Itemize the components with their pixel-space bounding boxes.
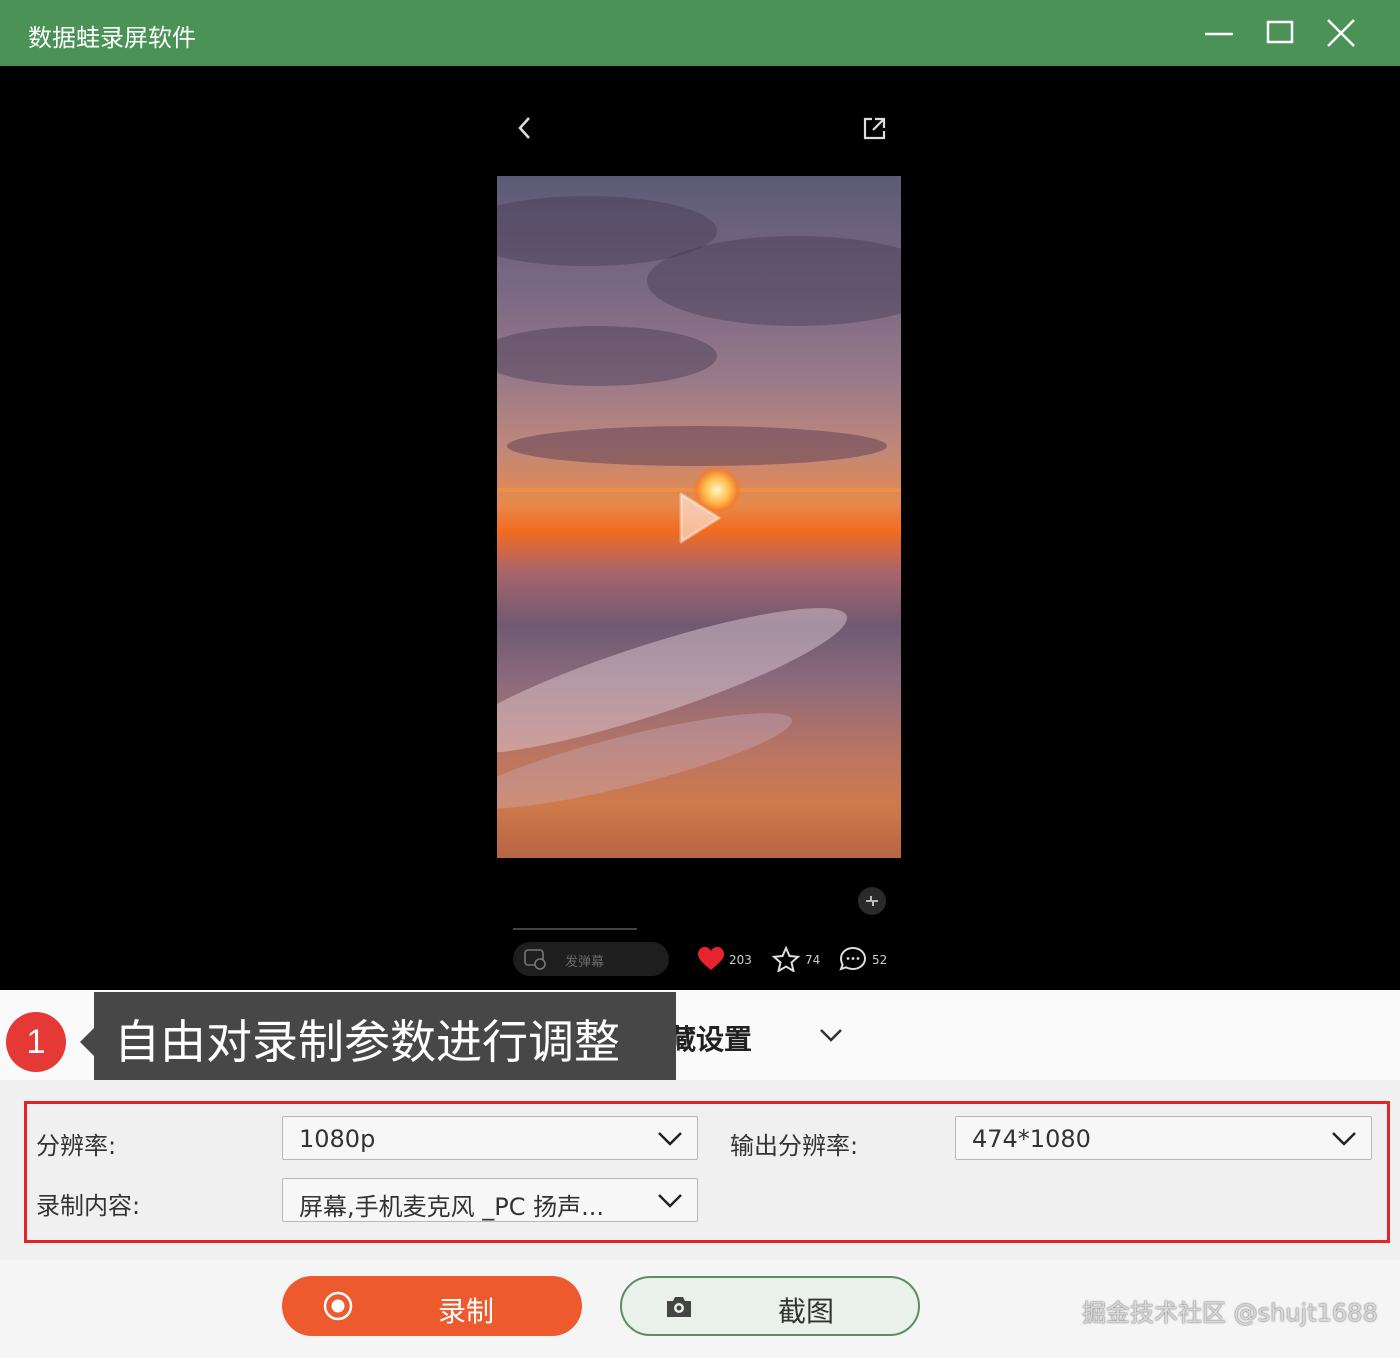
star-icon [772, 946, 800, 972]
screenshot-button[interactable]: 截图 [620, 1276, 920, 1336]
record-content-select[interactable]: 屏幕,手机麦克风 _PC 扬声... [282, 1178, 698, 1222]
danmu-icon [524, 949, 546, 970]
minimize-icon [1205, 32, 1233, 36]
close-button[interactable] [1319, 10, 1363, 54]
back-button[interactable] [510, 110, 540, 146]
output-resolution-select[interactable]: 474*1080 [955, 1116, 1372, 1160]
maximize-icon [1266, 20, 1294, 44]
record-icon [323, 1291, 353, 1321]
maximize-button[interactable] [1258, 10, 1302, 54]
annotation-tooltip: 自由对录制参数进行调整 [80, 992, 676, 1092]
title-bar: 数据蛙录屏软件 [0, 0, 1400, 66]
close-icon [1327, 19, 1355, 47]
external-link-icon [863, 117, 886, 140]
watermark: 掘金技术社区 @shujt1688 [1082, 1299, 1378, 1327]
output-resolution-label: 输出分辨率: [730, 1132, 859, 1160]
chevron-down-icon[interactable] [816, 1022, 846, 1048]
app-window: 数据蛙录屏软件 发弹幕 203 74 52 隐藏设置 1 自由对录制参数进行调整… [0, 0, 1400, 1358]
danmu-input[interactable]: 发弹幕 [513, 942, 669, 976]
danmu-placeholder: 发弹幕 [565, 955, 605, 970]
heart-icon [698, 947, 724, 970]
comment-count: 52 [872, 953, 888, 967]
chevron-down-icon [658, 1132, 682, 1146]
resolution-select[interactable]: 1080p [282, 1116, 698, 1160]
annotation-tooltip-text: 自由对录制参数进行调整 [114, 1015, 620, 1069]
screenshot-label: 截图 [778, 1295, 835, 1328]
app-title: 数据蛙录屏软件 [28, 24, 196, 52]
chevron-down-icon [658, 1194, 682, 1208]
resolution-value: 1080p [299, 1125, 376, 1153]
screen-preview: 发弹幕 203 74 52 [0, 66, 1400, 990]
minimize-button[interactable] [1197, 10, 1241, 54]
comment-icon [839, 946, 867, 971]
cloud-shape [507, 426, 887, 466]
record-button[interactable]: 录制 [282, 1276, 582, 1336]
video-player[interactable] [497, 176, 901, 858]
star-count: 74 [805, 953, 821, 967]
resolution-label: 分辨率: [36, 1132, 117, 1160]
play-icon[interactable] [675, 490, 723, 546]
like-count: 203 [729, 953, 752, 967]
step-badge: 1 [6, 1012, 66, 1072]
camera-icon [667, 1297, 691, 1317]
chevron-down-icon [1332, 1132, 1356, 1146]
cloud-shape [497, 326, 717, 386]
chevron-left-icon [518, 117, 530, 139]
record-content-label: 录制内容: [36, 1192, 141, 1220]
video-progress-bar[interactable] [513, 928, 637, 930]
collapse-icon[interactable] [857, 886, 887, 916]
record-label: 录制 [438, 1295, 495, 1328]
output-resolution-value: 474*1080 [972, 1125, 1091, 1153]
share-button[interactable] [858, 110, 890, 146]
record-content-value: 屏幕,手机麦克风 _PC 扬声... [299, 1193, 605, 1221]
